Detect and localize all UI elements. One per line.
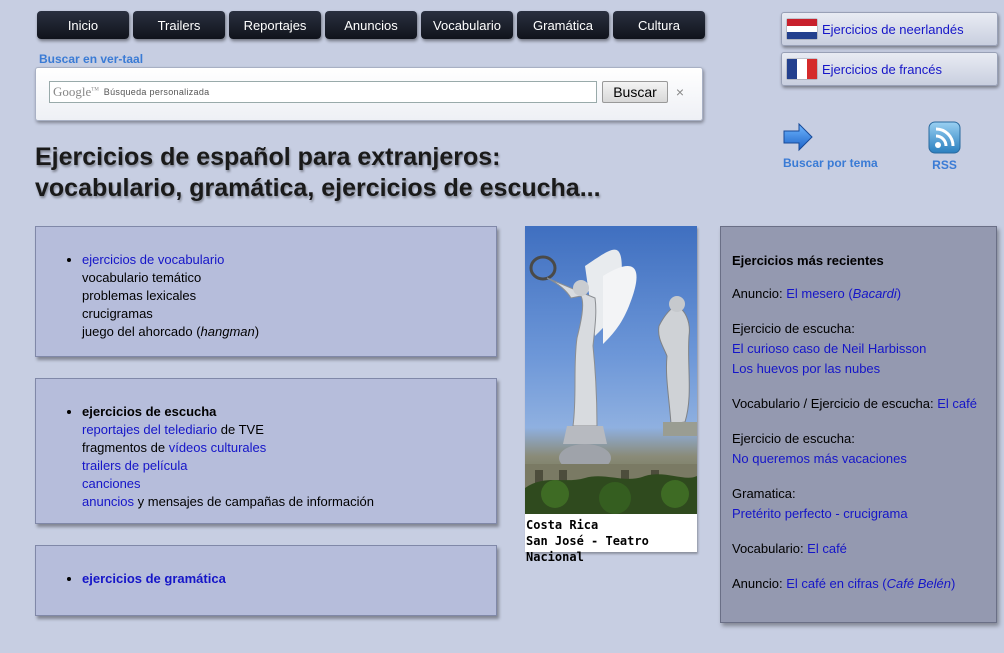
recent-entry: Vocabulario: El café (732, 541, 847, 556)
france-flag-icon (787, 59, 817, 79)
nav-cultura[interactable]: Cultura (613, 11, 705, 39)
google-logo: GoogleTM (53, 84, 99, 99)
grammar-box: ejercicios de gramática (35, 545, 497, 616)
dutch-exercises-label[interactable]: Ejercicios de neerlandés (822, 22, 964, 37)
recent-link-preterito[interactable]: Pretérito perfecto - crucigrama (732, 506, 908, 521)
nav-vocabulario[interactable]: Vocabulario (421, 11, 513, 39)
hangman-game: juego del ahorcado (hangman) (82, 324, 260, 339)
movie-trailers-link[interactable]: trailers de película (82, 458, 188, 473)
vocabulary-box: ejercicios de vocabulario vocabulario te… (35, 226, 497, 357)
nav-inicio[interactable]: Inicio (37, 11, 129, 39)
crosswords: crucigramas (82, 306, 153, 321)
cultural-videos-link[interactable]: vídeos culturales (169, 440, 267, 455)
recent-entry: Ejercicio de escucha: No queremos más va… (732, 431, 907, 466)
vocabulary-exercises-link[interactable]: ejercicios de vocabulario (82, 252, 224, 267)
dutch-exercises-link[interactable]: Ejercicios de neerlandés (781, 12, 998, 46)
nav-reportajes[interactable]: Reportajes (229, 11, 321, 39)
thematic-vocabulary: vocabulario temático (82, 270, 202, 285)
nav-gramatica[interactable]: Gramática (517, 11, 609, 39)
search-placeholder: Búsqueda personalizada (103, 87, 210, 97)
recent-link-huevos[interactable]: Los huevos por las nubes (732, 361, 880, 376)
page-title: Ejercicios de español para extranjeros: … (35, 143, 601, 202)
recent-entry: Ejercicio de escucha: El curioso caso de… (732, 321, 927, 376)
clear-search-icon[interactable]: × (673, 81, 687, 103)
french-exercises-link[interactable]: Ejercicios de francés (781, 52, 998, 86)
recent-entry: Vocabulario / Ejercicio de escucha: El c… (732, 396, 977, 411)
vocabulary-list-item: ejercicios de vocabulario vocabulario te… (82, 251, 496, 341)
listening-list-item: ejercicios de escucha reportajes del tel… (82, 403, 496, 511)
lexical-problems: problemas lexicales (82, 288, 197, 303)
grammar-exercises-link[interactable]: ejercicios de gramática (82, 571, 226, 586)
search-button[interactable]: Buscar (602, 81, 668, 103)
netherlands-flag-icon (787, 19, 817, 40)
search-panel: GoogleTM Búsqueda personalizada Buscar × (35, 67, 703, 121)
news-reports-link[interactable]: reportajes del telediario (82, 422, 217, 437)
french-exercises-label[interactable]: Ejercicios de francés (822, 62, 942, 77)
listening-heading: ejercicios de escucha (82, 404, 217, 419)
recent-link-mesero[interactable]: El mesero (Bacardi) (786, 286, 901, 301)
photo-caption: Costa Rica San José - Teatro Nacional (526, 518, 649, 564)
search-input[interactable]: GoogleTM Búsqueda personalizada (49, 81, 597, 103)
nav-trailers[interactable]: Trailers (133, 11, 225, 39)
recent-exercises-title: Ejercicios más recientes (732, 253, 884, 268)
search-by-topic-label[interactable]: Buscar por tema (783, 156, 878, 170)
recent-link-cafe-vocab[interactable]: El café (807, 541, 847, 556)
rss-icon (928, 121, 961, 154)
recent-entry: Anuncio: El mesero (Bacardi) (732, 286, 902, 301)
recent-link-vacaciones[interactable]: No queremos más vacaciones (732, 451, 907, 466)
nav-anuncios[interactable]: Anuncios (325, 11, 417, 39)
search-title: Buscar en ver-taal (39, 52, 144, 66)
main-nav: Inicio Trailers Reportajes Anuncios Voca… (37, 11, 705, 39)
recent-link-harbisson[interactable]: El curioso caso de Neil Harbisson (732, 341, 926, 356)
ads-link[interactable]: anuncios (82, 494, 134, 509)
featured-photo: Costa Rica San José - Teatro Nacional (525, 226, 697, 564)
theatre-statue-image (525, 226, 697, 514)
grammar-list-item: ejercicios de gramática (82, 570, 496, 588)
recent-link-cafe-cifras[interactable]: El café en cifras (Café Belén) (786, 576, 955, 591)
recent-link-cafe-listening[interactable]: El café (937, 396, 977, 411)
recent-entry: Anuncio: El café en cifras (Café Belén) (732, 576, 956, 591)
rss-label[interactable]: RSS (932, 158, 957, 172)
listening-box: ejercicios de escucha reportajes del tel… (35, 378, 497, 524)
recent-entry: Gramatica: Pretérito perfecto - crucigra… (732, 486, 908, 521)
statue-illustration (525, 249, 697, 514)
rss-link[interactable]: RSS (928, 121, 961, 172)
recent-exercises-panel: Ejercicios más recientes Anuncio: El mes… (720, 226, 997, 623)
songs-link[interactable]: canciones (82, 476, 141, 491)
search-by-topic[interactable]: Buscar por tema (783, 122, 878, 170)
arrow-right-icon (783, 122, 813, 152)
